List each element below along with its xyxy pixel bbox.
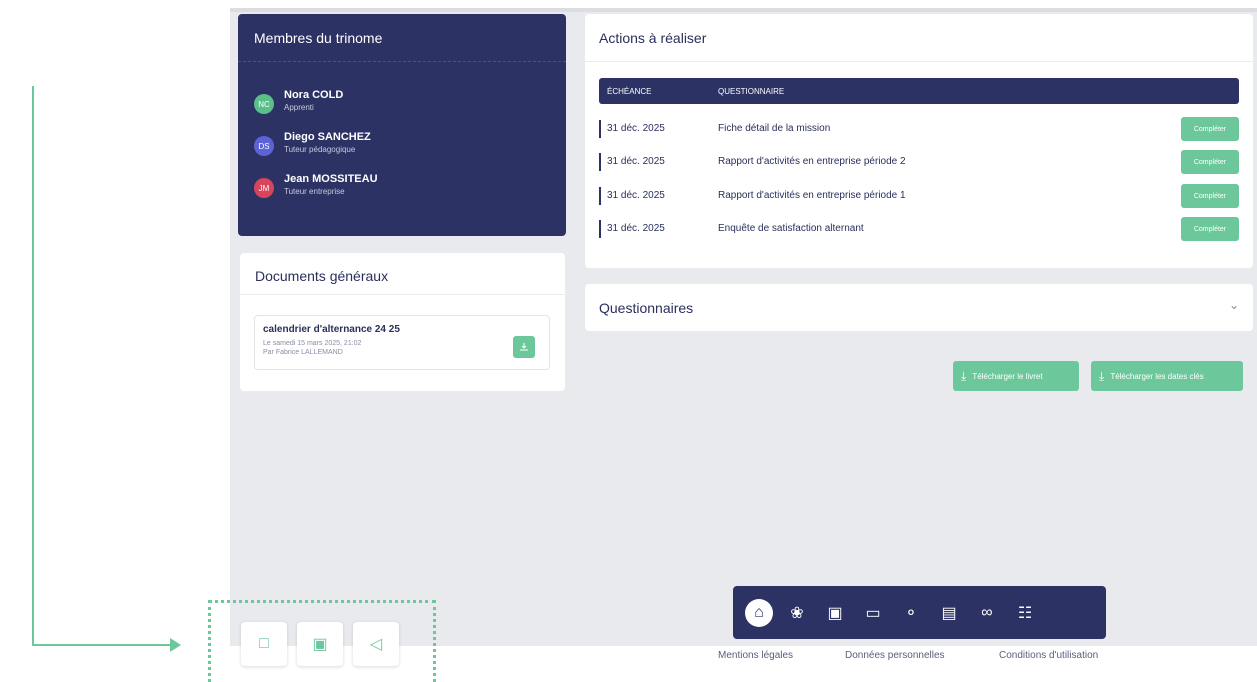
row-marker	[599, 187, 601, 205]
member-name: Diego SANCHEZ	[284, 131, 371, 143]
row-marker	[599, 153, 601, 171]
row-marker	[599, 220, 601, 238]
row-questionnaire: Rapport d'activités en entreprise périod…	[718, 156, 906, 167]
annotation-arrow-line	[32, 86, 34, 646]
download-icon: ⤓	[1099, 368, 1105, 383]
document-date: Le samedi 15 mars 2025, 21:02	[263, 340, 362, 347]
top-divider	[230, 8, 1257, 12]
download-icon: ⤓	[961, 368, 967, 383]
document-author: Par Fabrice LALLEMAND	[263, 349, 343, 356]
home-icon[interactable]: ⌂	[745, 598, 773, 627]
avatar: NC	[254, 94, 274, 114]
table-row: 31 déc. 2025 Fiche détail de la mission …	[599, 117, 1239, 141]
column-header-questionnaire: QUESTIONNAIRE	[718, 87, 785, 96]
chat-icon[interactable]: ⚬	[897, 599, 925, 627]
medal-icon[interactable]: ❀	[783, 599, 811, 627]
documents-card: Documents généraux calendrier d'alternan…	[240, 253, 565, 391]
member-name: Nora COLD	[284, 89, 344, 101]
questionnaires-accordion[interactable]: Questionnaires ⌄	[585, 284, 1253, 331]
member-name: Jean MOSSITEAU	[284, 173, 378, 185]
table-row: 31 déc. 2025 Rapport d'activités en entr…	[599, 184, 1239, 208]
footer-link-conditions[interactable]: Conditions d'utilisation	[999, 650, 1098, 661]
document-icon[interactable]: ▤	[935, 599, 963, 627]
row-questionnaire: Rapport d'activités en entreprise périod…	[718, 190, 906, 201]
trinome-title: Membres du trinome	[238, 14, 566, 62]
chevron-down-icon: ⌄	[1228, 298, 1239, 312]
member-role: Apprenti	[284, 103, 314, 112]
member-item[interactable]: NC Nora COLD Apprenti	[254, 88, 343, 114]
contact-card-icon[interactable]: ▣	[297, 622, 343, 666]
complete-button[interactable]: Compléter	[1181, 184, 1239, 208]
complete-button[interactable]: Compléter	[1181, 117, 1239, 141]
actions-table-header: ÉCHÉANCE QUESTIONNAIRE	[599, 78, 1239, 104]
footer-link-donnees[interactable]: Données personnelles	[845, 650, 945, 661]
row-date: 31 déc. 2025	[607, 223, 665, 234]
trinome-card: Membres du trinome NC Nora COLD Apprenti…	[238, 14, 566, 236]
questionnaires-title: Questionnaires	[599, 300, 694, 316]
actions-card: Actions à réaliser ÉCHÉANCE QUESTIONNAIR…	[585, 14, 1253, 268]
documents-title: Documents généraux	[240, 253, 565, 295]
table-row: 31 déc. 2025 Enquête de satisfaction alt…	[599, 217, 1239, 241]
annotation-arrow-line-horizontal	[32, 644, 172, 646]
library-icon[interactable]: ☷	[1011, 599, 1039, 627]
column-header-echeance: ÉCHÉANCE	[607, 87, 652, 96]
link-icon[interactable]: ∞	[973, 599, 1001, 627]
annotation-arrow-head-icon	[170, 638, 181, 652]
document-download-button[interactable]	[513, 336, 535, 358]
megaphone-icon[interactable]: ◁	[353, 622, 399, 666]
avatar: JM	[254, 178, 274, 198]
member-item[interactable]: JM Jean MOSSITEAU Tuteur entreprise	[254, 172, 378, 198]
table-row: 31 déc. 2025 Rapport d'activités en entr…	[599, 150, 1239, 174]
member-role: Tuteur entreprise	[284, 187, 345, 196]
calendar-icon[interactable]: ▣	[821, 599, 849, 627]
presentation-icon[interactable]: □	[241, 622, 287, 666]
row-date: 31 déc. 2025	[607, 156, 665, 167]
download-dates-button[interactable]: ⤓ Télécharger les dates clés	[1091, 361, 1243, 391]
avatar: DS	[254, 136, 274, 156]
actions-title: Actions à réaliser	[585, 14, 1253, 62]
download-livret-button[interactable]: ⤓ Télécharger le livret	[953, 361, 1079, 391]
row-questionnaire: Fiche détail de la mission	[718, 123, 831, 134]
row-questionnaire: Enquête de satisfaction alternant	[718, 223, 864, 234]
member-role: Tuteur pédagogique	[284, 145, 356, 154]
row-date: 31 déc. 2025	[607, 123, 665, 134]
row-marker	[599, 120, 601, 138]
download-icon	[520, 343, 528, 351]
document-item[interactable]: calendrier d'alternance 24 25 Le samedi …	[254, 315, 550, 370]
download-livret-label: Télécharger le livret	[972, 371, 1043, 381]
complete-button[interactable]: Compléter	[1181, 150, 1239, 174]
complete-button[interactable]: Compléter	[1181, 217, 1239, 241]
bottom-dock: ⌂ ❀ ▣ ▭ ⚬ ▤ ∞ ☷	[733, 586, 1106, 639]
member-item[interactable]: DS Diego SANCHEZ Tuteur pédagogique	[254, 130, 371, 156]
download-dates-label: Télécharger les dates clés	[1110, 371, 1204, 381]
footer-link-mentions[interactable]: Mentions légales	[718, 650, 793, 661]
folder-icon[interactable]: ▭	[859, 599, 887, 627]
document-title: calendrier d'alternance 24 25	[263, 324, 400, 335]
row-date: 31 déc. 2025	[607, 190, 665, 201]
